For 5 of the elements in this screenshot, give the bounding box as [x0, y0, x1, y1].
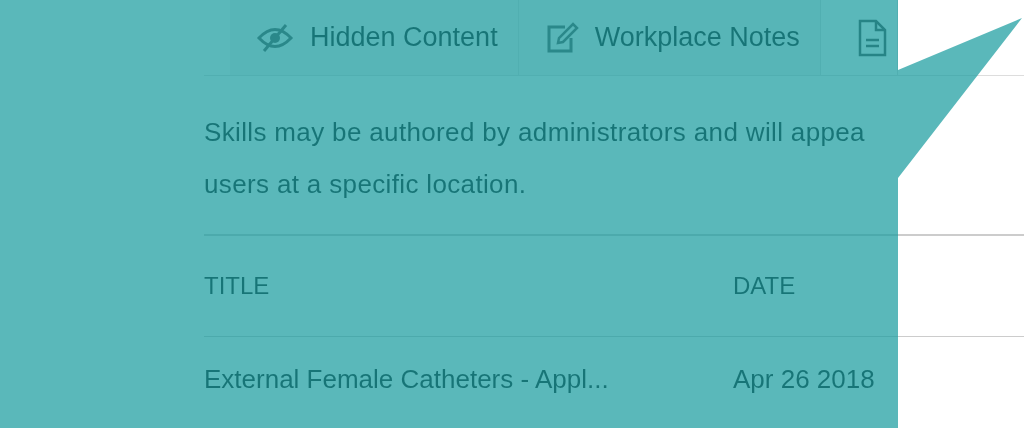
table-cell: Apr 26 2018	[733, 365, 875, 393]
description-text: Skills may be authored by administrators and will appea users at a specific location.	[204, 116, 866, 201]
column-header: TITLE	[204, 272, 271, 300]
column-header: DATE	[733, 272, 796, 300]
table-cell-text: External Female Catheters - Appl...	[204, 365, 610, 393]
